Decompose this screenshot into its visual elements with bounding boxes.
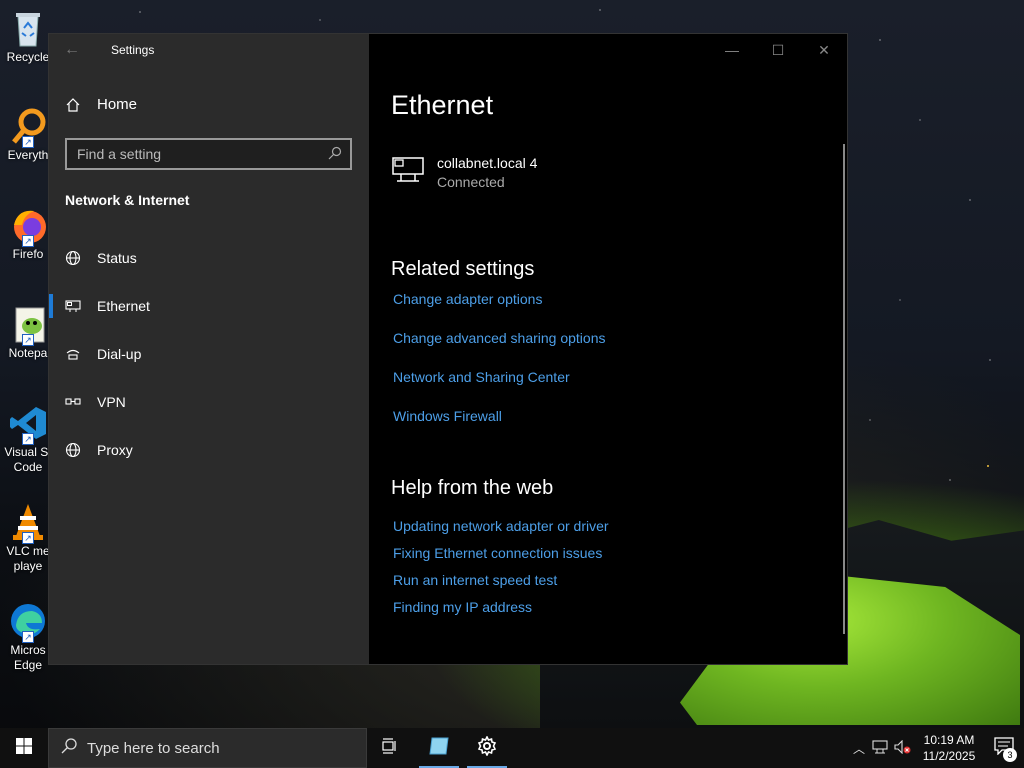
notification-count-badge: 3	[1003, 748, 1017, 762]
volume-muted-icon	[894, 739, 912, 757]
ethernet-icon	[65, 298, 81, 314]
sidebar-item-ethernet[interactable]: Ethernet	[49, 282, 369, 330]
page-title: Ethernet	[391, 90, 494, 120]
firefox-icon: ↗	[8, 205, 48, 247]
maximize-icon: ☐	[771, 41, 785, 58]
chevron-up-icon: ︿	[852, 741, 865, 756]
taskbar: Type here to search ︿ 10:19 AM 11/2/2025…	[0, 728, 1024, 768]
show-hidden-icons-button[interactable]: ︿	[848, 728, 870, 768]
sidebar: ← Settings Home Network & Internet Statu…	[49, 34, 369, 664]
taskbar-app-notes[interactable]	[415, 728, 463, 768]
sidebar-item-label: Status	[97, 250, 137, 266]
maximize-button[interactable]: ☐	[755, 34, 801, 66]
search-icon	[61, 738, 77, 758]
app-title: Settings	[111, 43, 155, 57]
sidebar-item-vpn[interactable]: VPN	[49, 378, 369, 426]
related-settings-heading: Related settings	[391, 258, 535, 280]
globe-status-icon	[65, 250, 81, 266]
section-title: Network & Internet	[65, 192, 190, 208]
taskbar-search-box[interactable]: Type here to search	[48, 728, 367, 768]
link-windows-firewall[interactable]: Windows Firewall	[393, 408, 502, 424]
taskbar-app-settings[interactable]	[463, 728, 511, 768]
back-arrow-icon: ←	[64, 41, 80, 58]
adapter-name: collabnet.local 4	[437, 155, 538, 171]
volume-tray-button[interactable]	[892, 728, 914, 768]
sidebar-item-dialup[interactable]: Dial-up	[49, 330, 369, 378]
network-tray-button[interactable]	[870, 728, 892, 768]
globe-proxy-icon	[65, 442, 81, 458]
settings-window: ← Settings Home Network & Internet Statu…	[48, 33, 848, 665]
sidebar-item-status[interactable]: Status	[49, 234, 369, 282]
notes-app-icon	[428, 736, 450, 761]
sidebar-item-label: Ethernet	[97, 298, 150, 314]
settings-gear-icon	[477, 734, 497, 761]
sidebar-item-label: Proxy	[97, 442, 133, 458]
sidebar-item-proxy[interactable]: Proxy	[49, 426, 369, 474]
close-button[interactable]: ✕	[801, 34, 847, 66]
close-icon: ✕	[818, 41, 830, 58]
ethernet-adapter-icon	[391, 154, 425, 192]
link-change-advanced-sharing[interactable]: Change advanced sharing options	[393, 330, 606, 346]
main-content: — ☐ ✕ Ethernet collabnet.local 4 Connect…	[369, 34, 847, 664]
clock-time: 10:19 AM	[923, 733, 975, 747]
settings-search-input[interactable]	[77, 146, 328, 162]
back-button[interactable]: ←	[49, 34, 95, 66]
notepad-plus-plus-icon: ↗	[8, 304, 48, 346]
link-updating-network-adapter[interactable]: Updating network adapter or driver	[393, 518, 609, 534]
task-view-button[interactable]	[367, 728, 415, 768]
link-speed-test[interactable]: Run an internet speed test	[393, 572, 557, 588]
sidebar-item-label: VPN	[97, 394, 126, 410]
window-controls: — ☐ ✕	[709, 34, 847, 66]
link-network-sharing-center[interactable]: Network and Sharing Center	[393, 369, 570, 385]
home-nav-item[interactable]: Home	[65, 96, 137, 113]
windows-logo-icon	[16, 737, 32, 759]
vscode-icon: ↗	[8, 403, 48, 445]
sidebar-nav: Status Ethernet Dial-up VPN Proxy	[49, 234, 369, 474]
minimize-button[interactable]: —	[709, 34, 755, 66]
home-icon	[65, 97, 81, 113]
vpn-icon	[65, 394, 81, 410]
search-icon[interactable]	[328, 146, 342, 163]
ethernet-adapter-item[interactable]: collabnet.local 4 Connected	[391, 154, 537, 192]
recycle-bin-icon	[8, 8, 48, 48]
edge-icon: ↗	[8, 601, 48, 643]
link-change-adapter-options[interactable]: Change adapter options	[393, 291, 542, 307]
minimize-icon: —	[725, 42, 739, 58]
taskbar-search-placeholder: Type here to search	[87, 739, 220, 757]
title-bar: ← Settings	[49, 34, 369, 66]
system-tray: ︿ 10:19 AM 11/2/2025 3	[848, 728, 1024, 768]
vlc-icon: ↗	[8, 502, 48, 544]
task-view-icon	[382, 737, 400, 759]
start-button[interactable]	[0, 728, 48, 768]
everything-search-icon: ↗	[8, 106, 48, 148]
home-label: Home	[97, 96, 138, 113]
taskbar-clock[interactable]: 10:19 AM 11/2/2025	[914, 732, 984, 764]
settings-search-box[interactable]	[65, 138, 352, 170]
link-finding-ip[interactable]: Finding my IP address	[393, 599, 532, 615]
network-ethernet-icon	[872, 739, 890, 757]
link-fixing-ethernet[interactable]: Fixing Ethernet connection issues	[393, 545, 602, 561]
dialup-icon	[65, 346, 81, 362]
help-from-web-heading: Help from the web	[391, 477, 554, 499]
action-center-button[interactable]: 3	[984, 728, 1024, 768]
scrollbar[interactable]	[843, 144, 845, 634]
adapter-status: Connected	[437, 174, 505, 190]
clock-date: 11/2/2025	[922, 749, 976, 763]
sidebar-item-label: Dial-up	[97, 346, 142, 362]
